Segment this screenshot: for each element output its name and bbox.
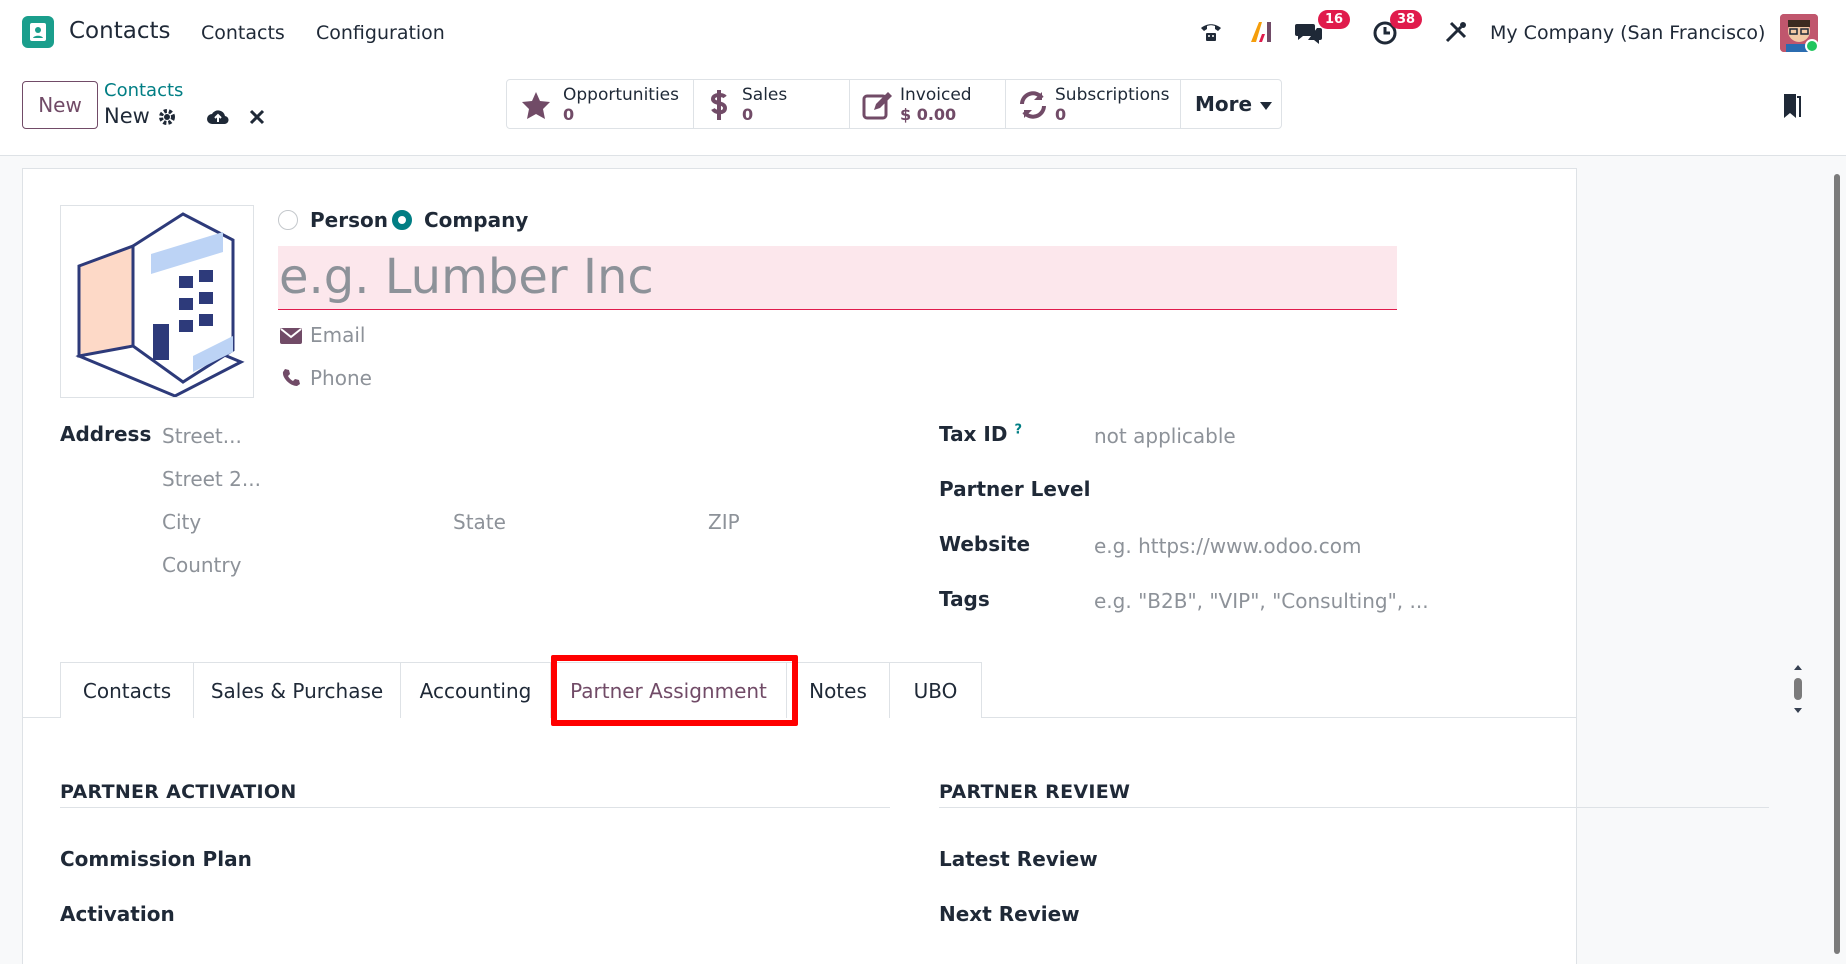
top-navbar: Contacts Contacts Configuration 16 38 My…: [0, 0, 1846, 64]
partner-level-label: Partner Level: [939, 477, 1091, 501]
website-input[interactable]: e.g. https://www.odoo.com: [1094, 534, 1361, 558]
tax-id-label-text: Tax ID: [939, 422, 1008, 446]
activities-icon[interactable]: 38: [1372, 10, 1423, 50]
radio-person[interactable]: [278, 210, 298, 230]
invoiced-label: Invoiced: [900, 85, 972, 105]
tools-icon[interactable]: [1443, 14, 1469, 50]
envelope-icon: [280, 328, 302, 348]
tags-label: Tags: [939, 587, 990, 611]
save-cloud-icon[interactable]: [206, 107, 230, 131]
gear-icon[interactable]: [157, 107, 177, 131]
more-label: More: [1195, 92, 1253, 116]
subscriptions-value: 0: [1055, 105, 1067, 124]
sales-value: 0: [742, 105, 754, 124]
online-status-icon: [1805, 39, 1819, 53]
breadcrumb-current-label: New: [104, 104, 150, 128]
tab-notes[interactable]: Notes: [786, 662, 890, 718]
state-input[interactable]: State: [453, 510, 506, 534]
opportunities-value: 0: [563, 105, 575, 124]
radio-company[interactable]: [392, 210, 412, 230]
email-input[interactable]: Email: [310, 323, 366, 347]
phone-field-icon: [282, 368, 300, 390]
opportunities-label: Opportunities: [563, 85, 679, 105]
partner-activation-title: PARTNER ACTIVATION: [60, 781, 297, 803]
latest-review-label: Latest Review: [939, 847, 1098, 871]
sales-button[interactable]: Sales 0: [694, 80, 850, 128]
page-scrollbar[interactable]: [1832, 160, 1842, 964]
caret-down-icon: [1260, 95, 1273, 114]
app-name[interactable]: Contacts: [69, 18, 170, 44]
ai-icon[interactable]: [1247, 14, 1275, 50]
company-switcher[interactable]: My Company (San Francisco): [1490, 22, 1765, 44]
breadcrumb-current: New: [104, 104, 150, 128]
bookmark-icon[interactable]: [1780, 92, 1802, 124]
tab-accounting[interactable]: Accounting: [400, 662, 551, 718]
company-name-input[interactable]: e.g. Lumber Inc: [278, 246, 1397, 310]
opportunities-button[interactable]: Opportunities 0: [507, 80, 694, 128]
star-icon: [521, 90, 551, 124]
phone-icon[interactable]: [1197, 14, 1225, 50]
highlight-box: [551, 655, 798, 726]
invoiced-button[interactable]: Invoiced $ 0.00: [850, 80, 1006, 128]
tax-id-help-icon[interactable]: ?: [1014, 422, 1022, 437]
more-button[interactable]: More: [1181, 80, 1281, 128]
tax-id-label: Tax ID ?: [939, 422, 1022, 446]
partner-review-title: PARTNER REVIEW: [939, 781, 1131, 803]
edit-icon: [862, 90, 894, 124]
city-input[interactable]: City: [162, 510, 201, 534]
discard-icon[interactable]: [248, 108, 266, 130]
breadcrumb-contacts[interactable]: Contacts: [104, 80, 183, 101]
radio-person-label[interactable]: Person: [310, 208, 388, 232]
notebook-tabs: Contacts Sales & Purchase Accounting Par…: [60, 662, 982, 718]
street-input[interactable]: Street...: [162, 424, 242, 448]
zip-input[interactable]: ZIP: [708, 510, 740, 534]
tab-ubo[interactable]: UBO: [889, 662, 982, 718]
website-label: Website: [939, 532, 1031, 556]
tabs-scroll-indicator[interactable]: [1793, 664, 1803, 718]
menu-contacts[interactable]: Contacts: [201, 22, 285, 44]
street2-input[interactable]: Street 2...: [162, 467, 261, 491]
new-button[interactable]: New: [22, 81, 98, 129]
commission-plan-label: Commission Plan: [60, 847, 252, 871]
contacts-app-icon[interactable]: [22, 16, 54, 48]
menu-configuration[interactable]: Configuration: [316, 22, 445, 44]
activation-label: Activation: [60, 902, 175, 926]
tab-sales-purchase[interactable]: Sales & Purchase: [193, 662, 401, 718]
radio-company-label[interactable]: Company: [424, 208, 528, 232]
messages-badge: 16: [1318, 10, 1351, 29]
invoiced-value: $ 0.00: [900, 105, 957, 124]
activities-badge: 38: [1390, 10, 1423, 29]
address-label: Address: [60, 422, 152, 446]
next-review-label: Next Review: [939, 902, 1080, 926]
partner-activation-divider: [60, 807, 890, 808]
messages-icon[interactable]: 16: [1294, 10, 1351, 50]
phone-input[interactable]: Phone: [310, 366, 372, 390]
sales-label: Sales: [742, 85, 788, 105]
page-scroll-thumb[interactable]: [1834, 174, 1840, 954]
tags-input[interactable]: e.g. "B2B", "VIP", "Consulting", ...: [1094, 589, 1429, 613]
subscriptions-button[interactable]: Subscriptions 0: [1006, 80, 1181, 128]
tab-contacts[interactable]: Contacts: [60, 662, 194, 718]
subscriptions-label: Subscriptions: [1055, 85, 1170, 105]
dollar-icon: [708, 88, 730, 126]
tax-id-input[interactable]: not applicable: [1094, 424, 1236, 448]
smart-buttons: Opportunities 0 Sales 0 Invoiced $ 0.00 …: [506, 79, 1282, 129]
company-image[interactable]: [60, 205, 254, 398]
refresh-icon: [1018, 90, 1048, 124]
country-input[interactable]: Country: [162, 553, 241, 577]
partner-review-divider: [939, 807, 1769, 808]
